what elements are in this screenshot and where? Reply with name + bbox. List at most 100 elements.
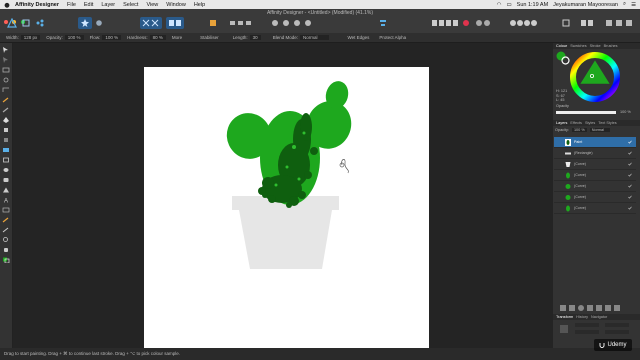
- snapping-button[interactable]: [78, 17, 92, 29]
- layer-row-curve-pad-3[interactable]: (Curve): [554, 192, 636, 203]
- layer-blend-select[interactable]: Normal: [589, 128, 610, 132]
- color-opacity-slider[interactable]: [556, 111, 616, 114]
- blend-mode-select[interactable]: Normal: [299, 35, 330, 40]
- frame-text-tool-icon[interactable]: [2, 207, 10, 213]
- transform-y-field[interactable]: [575, 330, 599, 334]
- boolean-buttons[interactable]: [166, 17, 184, 29]
- stabiliser-toggle[interactable]: Stabiliser: [200, 35, 219, 40]
- layer-row-curve-pad-1[interactable]: (Curve): [554, 170, 636, 181]
- artboard-tool-icon[interactable]: [2, 67, 10, 73]
- text-tool-icon[interactable]: A: [2, 197, 10, 204]
- wet-edges-toggle[interactable]: Wet Edges: [347, 35, 369, 40]
- move-tool-icon[interactable]: [2, 47, 10, 53]
- visibility-check-icon[interactable]: [628, 151, 632, 155]
- width-field[interactable]: 128 px: [20, 35, 41, 40]
- node-tool-icon[interactable]: [2, 57, 10, 63]
- adjustment-layer-icon[interactable]: [578, 305, 584, 311]
- user-name[interactable]: Jeyakumaran Mayooresan: [553, 2, 618, 8]
- color-wheel[interactable]: [570, 52, 620, 102]
- corner-tool-icon[interactable]: [2, 87, 10, 93]
- ellipse-tool-icon[interactable]: [2, 167, 10, 173]
- arrange-icon[interactable]: [208, 17, 218, 29]
- fill-tool-icon[interactable]: [2, 127, 10, 133]
- layer-options-icon[interactable]: [560, 305, 566, 311]
- effects-layer-icon[interactable]: [587, 305, 593, 311]
- layer-opacity-value[interactable]: 100 %: [571, 128, 587, 132]
- visibility-check-icon[interactable]: [628, 140, 632, 144]
- geometry-icons[interactable]: [474, 17, 492, 29]
- length-field[interactable]: 30: [249, 35, 261, 40]
- color-opacity-value[interactable]: 100 %: [620, 110, 631, 114]
- opacity-field[interactable]: 100 %: [64, 35, 84, 40]
- visibility-check-icon[interactable]: [628, 162, 632, 166]
- color-swatch-icon[interactable]: [2, 257, 10, 263]
- menu-layer[interactable]: Layer: [101, 2, 115, 8]
- anchor-selector[interactable]: [560, 325, 568, 333]
- clock[interactable]: Sun 1:19 AM: [517, 2, 549, 8]
- hardness-field[interactable]: 80 %: [149, 35, 166, 40]
- layer-row-paint[interactable]: Paint: [554, 137, 636, 148]
- tab-colour[interactable]: Colour: [556, 44, 567, 48]
- menu-app-name[interactable]: Affinity Designer: [15, 2, 59, 8]
- mask-layer-icon[interactable]: [569, 305, 575, 311]
- protect-alpha-toggle[interactable]: Protect Alpha: [379, 35, 406, 40]
- tab-brushes[interactable]: Brushes: [604, 44, 618, 48]
- transform-w-field[interactable]: [605, 323, 629, 327]
- wifi-icon[interactable]: ◠: [497, 2, 502, 8]
- hand-tool-icon[interactable]: [2, 247, 10, 253]
- menu-edit[interactable]: Edit: [84, 2, 93, 8]
- pixel-persona-icon[interactable]: [20, 17, 32, 29]
- transform-icons[interactable]: [268, 17, 316, 29]
- rounded-rect-tool-icon[interactable]: [2, 177, 10, 183]
- tab-swatches[interactable]: Swatches: [570, 44, 586, 48]
- menu-window[interactable]: Window: [166, 2, 186, 8]
- color-picker-icon[interactable]: [460, 17, 472, 29]
- insert-target-icon[interactable]: [560, 17, 572, 29]
- transform-h-field[interactable]: [605, 330, 629, 334]
- layer-row-curve-pad-4[interactable]: (Curve): [554, 203, 636, 214]
- align-center-icon[interactable]: [378, 17, 388, 29]
- paint-brush-tool-icon[interactable]: [2, 217, 10, 223]
- layer-row-curve-pad-2[interactable]: (Curve): [554, 181, 636, 192]
- zoom-tool-icon[interactable]: [2, 237, 10, 243]
- snapping-toggle-icon[interactable]: [578, 17, 596, 29]
- menu-file[interactable]: File: [67, 2, 76, 8]
- visibility-check-icon[interactable]: [628, 206, 632, 210]
- notification-icon[interactable]: ☰: [631, 2, 636, 8]
- arrange-order-icons[interactable]: [430, 17, 460, 29]
- fill-stroke-swatch[interactable]: [556, 51, 570, 65]
- tab-text-styles[interactable]: Text Styles: [598, 121, 616, 125]
- add-pixel-layer-icon[interactable]: [605, 305, 611, 311]
- artboard[interactable]: [144, 67, 429, 352]
- pot-body[interactable]: [239, 210, 332, 269]
- layer-row-curve-pot[interactable]: (Curve): [554, 159, 636, 170]
- transparency-tool-icon[interactable]: [2, 137, 10, 143]
- layer-row-rectangle[interactable]: (Rectangle): [554, 148, 636, 159]
- apple-icon[interactable]: [4, 2, 10, 8]
- align-icons[interactable]: [228, 17, 254, 29]
- menu-help[interactable]: Help: [194, 2, 205, 8]
- eyedropper-tool-icon[interactable]: [2, 227, 10, 233]
- tab-history[interactable]: History: [576, 315, 588, 319]
- tab-transform[interactable]: Transform: [556, 315, 573, 319]
- designer-persona-icon[interactable]: [6, 17, 18, 29]
- view-mode-buttons[interactable]: [140, 17, 162, 29]
- more-button[interactable]: More: [172, 35, 182, 40]
- tab-stroke[interactable]: Stroke: [590, 44, 601, 48]
- spotlight-icon[interactable]: ⌕: [623, 1, 626, 8]
- grid-settings-icon[interactable]: [94, 17, 104, 29]
- vector-brush-tool-icon[interactable]: [2, 107, 10, 113]
- visibility-check-icon[interactable]: [628, 173, 632, 177]
- tab-effects[interactable]: Effects: [570, 121, 582, 125]
- export-persona-icon[interactable]: [34, 17, 46, 29]
- rectangle-tool-icon[interactable]: [2, 157, 10, 163]
- assistant-icons[interactable]: [604, 17, 634, 29]
- transform-x-field[interactable]: [575, 323, 599, 327]
- visibility-check-icon[interactable]: [628, 195, 632, 199]
- menu-select[interactable]: Select: [123, 2, 138, 8]
- tab-navigator[interactable]: Navigator: [591, 315, 607, 319]
- boolean-ops-icons[interactable]: [508, 17, 538, 29]
- pen-tool-icon[interactable]: [2, 117, 10, 123]
- menu-view[interactable]: View: [146, 2, 158, 8]
- flow-field[interactable]: 100 %: [102, 35, 122, 40]
